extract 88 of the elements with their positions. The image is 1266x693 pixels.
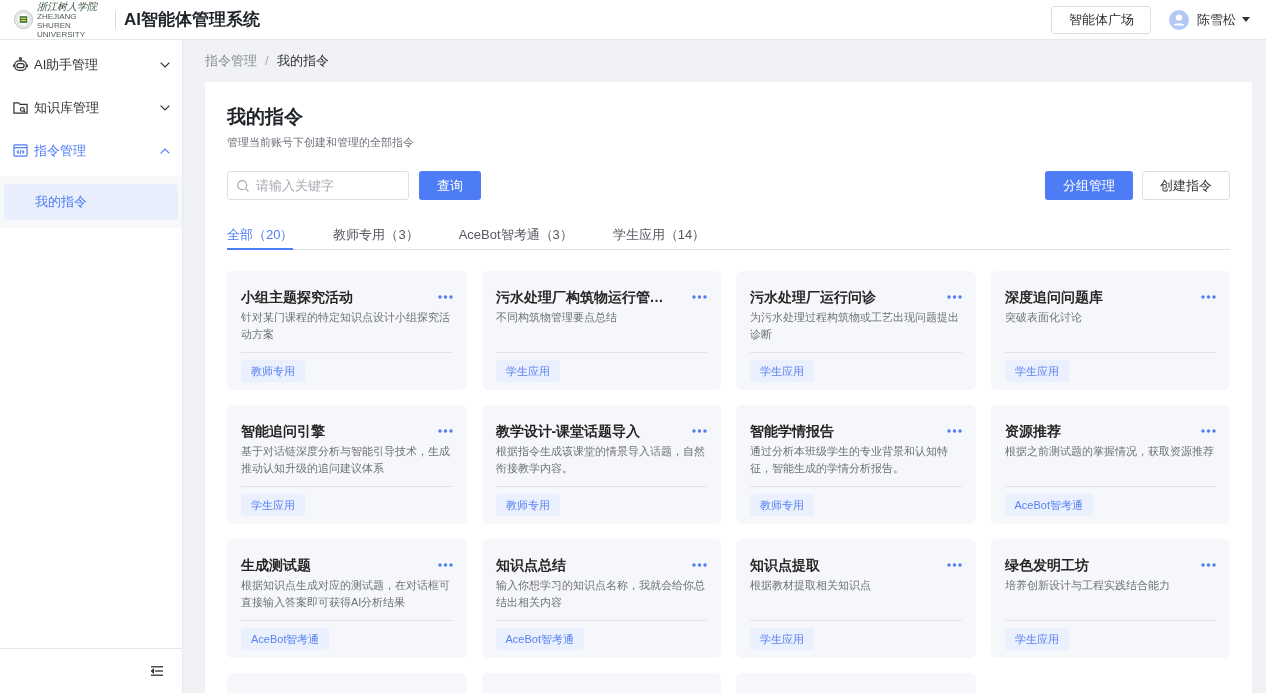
more-icon[interactable]	[946, 429, 962, 433]
category-tag: AceBot智考通	[495, 628, 584, 650]
logo-subtitle: ZHEJIANG SHUREN UNIVERSITY	[37, 11, 85, 39]
sidebar-menu-item[interactable]: 指令管理	[0, 129, 182, 172]
card-description: 基于对话链深度分析与智能引导技术，生成推动认知升级的追问建议体系	[241, 444, 451, 476]
instruction-card[interactable]: 污水处理厂构筑物运行管… 不同构筑物管理要点总结 学生应用	[481, 271, 721, 390]
agent-plaza-button[interactable]: 智能体广场	[1051, 5, 1151, 34]
card-title: 污水处理厂运行问诊	[750, 288, 876, 307]
card-title: 资源推荐	[1004, 422, 1061, 441]
more-icon[interactable]	[946, 563, 962, 567]
card-title: 教学设计-课堂话题导入	[495, 422, 641, 441]
more-icon[interactable]	[1201, 429, 1216, 433]
category-tag: 学生应用	[750, 360, 814, 382]
category-tag: 教师专用	[750, 494, 814, 516]
card-title: 绿色发明工坊	[1004, 556, 1089, 575]
page-subtitle: 管理当前账号下创建和管理的全部指令	[227, 135, 415, 150]
sidebar-menu-item[interactable]: 知识库管理	[0, 86, 182, 129]
avatar-icon	[1169, 9, 1189, 30]
sidebar-menu-item[interactable]: AI助手管理	[0, 43, 182, 86]
instruction-card[interactable]: 污水处理厂运行问诊 为污水处理过程构筑物或工艺出现问题提出诊断 学生应用	[736, 271, 976, 390]
category-tag: 学生应用	[241, 494, 305, 516]
app-title: AI智能体管理系统	[124, 8, 260, 31]
card-description: 根据知识点生成对应的测试题，在对话框可直接输入答案即可获得AI分析结果	[241, 578, 451, 610]
instruction-card[interactable]: 知识点提取 根据教材提取相关知识点 学生应用	[736, 539, 976, 658]
category-tag: 学生应用	[750, 628, 814, 650]
category-tag: 学生应用	[495, 360, 560, 382]
instruction-card[interactable]: 深度追问问题库 突破表面化讨论 学生应用	[990, 271, 1230, 390]
instruction-card[interactable]: 知识点总结 输入你想学习的知识点名称，我就会给你总结出相关内容 AceBot智考通	[481, 539, 721, 658]
instruction-card[interactable]: 教学设计-课堂话题导入 根据指令生成该课堂的情景导入话题，自然衔接教学内容。 教师专用	[481, 405, 721, 524]
code-window-icon	[13, 143, 28, 158]
robot-icon	[13, 57, 28, 72]
more-icon[interactable]	[437, 563, 453, 567]
card-description: 培养创新设计与工程实践结合能力	[1004, 578, 1171, 593]
filter-tab[interactable]: 学生应用（14）	[612, 222, 706, 250]
card-title: 深度追问问题库	[1004, 288, 1103, 307]
more-icon[interactable]	[692, 295, 707, 299]
card-description: 根据指令生成该课堂的情景导入话题，自然衔接教学内容。	[495, 444, 706, 476]
card-description: 为污水处理过程构筑物或工艺出现问题提出诊断	[750, 310, 960, 342]
card-title: 智能学情报告	[750, 422, 834, 441]
search-icon	[237, 179, 249, 192]
instruction-card[interactable]: 智能学情报告 通过分析本班级学生的专业背景和认知特征，智能生成的学情分析报告。 教师专用	[736, 405, 976, 524]
emblem-icon	[14, 10, 33, 29]
instruction-card[interactable]: 智能追问引擎 基于对话链深度分析与智能引导技术，生成推动认知升级的追问建议体系 学生应用	[227, 405, 467, 524]
card-description: 不同构筑物管理要点总结	[495, 310, 618, 325]
filter-tab[interactable]: 教师专用（3）	[333, 222, 419, 250]
card-title: 知识点总结	[495, 556, 566, 575]
instruction-card[interactable]: 资源推荐 根据之前测试题的掌握情况，获取资源推荐 AceBot智考通	[990, 405, 1230, 524]
logo-text: 浙江树人学院	[37, 0, 97, 12]
card-description: 根据教材提取相关知识点	[750, 578, 872, 593]
caret-icon	[1242, 17, 1250, 22]
card-description: 通过分析本班级学生的专业背景和认知特征，智能生成的学情分析报告。	[750, 444, 949, 476]
card-title: 知识点提取	[750, 556, 820, 575]
card-title: 生成测试题	[241, 556, 311, 575]
card-description: 突破表面化讨论	[1004, 310, 1083, 325]
more-icon[interactable]	[692, 429, 707, 433]
card-title: 小组主题探究活动	[241, 288, 353, 307]
instruction-card[interactable]: 生成测试题 根据知识点生成对应的测试题，在对话框可直接输入答案即可获得AI分析结果 AceBot智考通	[227, 539, 467, 658]
instruction-card[interactable]: 绿色发明工坊 培养创新设计与工程实践结合能力 学生应用	[990, 539, 1230, 658]
folder-icon	[13, 100, 28, 115]
card-title: 污水处理厂构筑物运行管…	[495, 288, 664, 307]
category-tag: 学生应用	[1004, 628, 1069, 650]
page-title: 我的指令	[227, 105, 304, 129]
search-button[interactable]: 查询	[419, 171, 481, 200]
search-field[interactable]: 请输入关键字	[227, 171, 409, 200]
category-tag: 学生应用	[1004, 360, 1069, 382]
filter-tab[interactable]: AceBot智考通（3）	[458, 222, 573, 250]
more-icon[interactable]	[437, 295, 453, 299]
category-tag: 教师专用	[241, 360, 305, 382]
category-tag: 教师专用	[495, 494, 560, 516]
card-description: 根据之前测试题的掌握情况，获取资源推荐	[1004, 444, 1215, 459]
more-icon[interactable]	[946, 295, 962, 299]
more-icon[interactable]	[1201, 295, 1216, 299]
card-description: 输入你想学习的知识点名称，我就会给你总结出相关内容	[495, 578, 706, 610]
card-title: 智能追问引擎	[241, 422, 325, 441]
category-tag: AceBot智考通	[1004, 494, 1093, 516]
category-tag: AceBot智考通	[241, 628, 330, 650]
more-icon[interactable]	[437, 429, 453, 433]
group-manage-button[interactable]: 分组管理	[1045, 171, 1133, 200]
breadcrumb-separator: /	[265, 52, 269, 71]
create-button[interactable]: 创建指令	[1142, 171, 1230, 200]
user-menu[interactable]: 陈雪松	[1169, 9, 1250, 30]
filter-tab[interactable]: 全部（20）	[227, 222, 294, 250]
more-icon[interactable]	[692, 563, 707, 567]
card-description: 针对某门课程的特定知识点设计小组探究活动方案	[241, 310, 451, 342]
menu-collapse-icon[interactable]	[151, 666, 163, 676]
instruction-card[interactable]: 小组主题探究活动 针对某门课程的特定知识点设计小组探究活动方案 教师专用	[227, 271, 467, 390]
breadcrumb-current: 我的指令	[276, 52, 329, 71]
more-icon[interactable]	[1201, 563, 1216, 567]
